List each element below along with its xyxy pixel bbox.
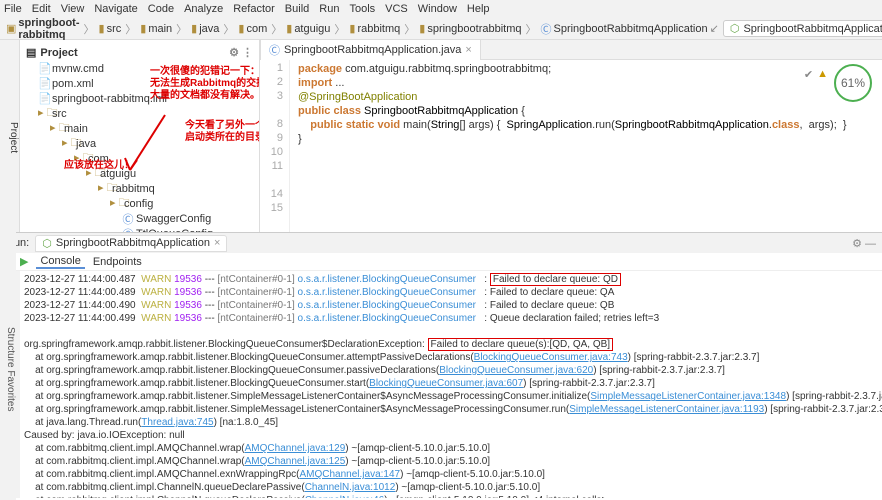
bc-rabbitmq[interactable]: rabbitmq xyxy=(357,23,400,35)
project-header-label: Project xyxy=(40,47,77,59)
editor-tab-label: SpringbootRabbitmqApplication.java xyxy=(284,44,461,56)
editor-tab[interactable]: Ⓒ SpringbootRabbitmqApplication.java × xyxy=(260,39,481,60)
coverage-meter: 61% xyxy=(834,64,872,102)
tree-item[interactable]: ▸ 🗀com xyxy=(20,151,259,166)
bc-java[interactable]: java xyxy=(199,23,219,35)
tree-item[interactable]: ⒸTtlQueueConfig xyxy=(20,226,259,232)
menu-file[interactable]: File xyxy=(4,3,22,15)
console-tab[interactable]: Console xyxy=(36,255,84,269)
endpoints-tab[interactable]: Endpoints xyxy=(93,256,142,268)
tree-tools-icon[interactable]: ⚙ ⋮ xyxy=(229,46,253,59)
editor: Ⓒ SpringbootRabbitmqApplication.java × 1… xyxy=(260,40,882,232)
menu-vcs[interactable]: VCS xyxy=(385,3,408,15)
add-config-icon[interactable]: ↙ xyxy=(710,22,719,35)
bc-sboot[interactable]: springbootrabbitmq xyxy=(427,23,521,35)
tools-col-icon[interactable]: ▶ xyxy=(20,255,28,268)
project-toolwindow-stripe[interactable]: Project xyxy=(0,40,20,232)
menu-view[interactable]: View xyxy=(61,3,85,15)
close-run-tab-icon[interactable]: × xyxy=(214,237,220,249)
tree-item[interactable]: 📄pom.xml xyxy=(20,76,259,91)
tree-item[interactable]: 📄mvnw.cmd xyxy=(20,61,259,76)
bc-main[interactable]: main xyxy=(148,23,172,35)
tree-item[interactable]: ▸ 🗀atguigu xyxy=(20,166,259,181)
bc-com[interactable]: com xyxy=(246,23,267,35)
left-stripe[interactable]: Structure Favorites xyxy=(0,232,16,500)
code-area[interactable]: 1238910111415 package com.atguigu.rabbit… xyxy=(260,60,882,232)
console-output[interactable]: 2023-12-27 11:44:00.487 WARN 19536 --- [… xyxy=(20,271,882,498)
project-icon: ▣ xyxy=(6,22,16,35)
tree-item[interactable]: ▸ 🗀java xyxy=(20,136,259,151)
menu-edit[interactable]: Edit xyxy=(32,3,51,15)
breadcrumb-root[interactable]: springboot-rabbitmq xyxy=(18,17,79,41)
bc-atguigu[interactable]: atguigu xyxy=(294,23,330,35)
bc-class[interactable]: SpringbootRabbitmqApplication xyxy=(554,23,708,35)
menu-help[interactable]: Help xyxy=(467,3,490,15)
bc-src[interactable]: src xyxy=(107,23,122,35)
tree-item[interactable]: ▸ 🗀config xyxy=(20,196,259,211)
run-toolwindow: Run: ⬡ SpringbootRabbitmqApplication × ⚙… xyxy=(0,232,882,498)
menu-code[interactable]: Code xyxy=(148,3,174,15)
inspect-icon[interactable]: ✔ xyxy=(804,68,813,81)
menu-build[interactable]: Build xyxy=(285,3,309,15)
run-tab[interactable]: ⬡ SpringbootRabbitmqApplication × xyxy=(35,235,227,252)
menu-tools[interactable]: Tools xyxy=(349,3,375,15)
project-tab-label: Project xyxy=(8,122,19,153)
menu-navigate[interactable]: Navigate xyxy=(94,3,137,15)
menu-bar: File Edit View Navigate Code Analyze Ref… xyxy=(0,0,882,18)
run-tab-label: SpringbootRabbitmqApplication xyxy=(56,237,210,249)
run-config-label: SpringbootRabbitmqApplication xyxy=(743,23,882,35)
warn-icon[interactable]: ▲ xyxy=(817,68,828,81)
class-icon: Ⓒ xyxy=(269,42,280,58)
close-tab-icon[interactable]: × xyxy=(465,44,471,56)
run-config-dropdown[interactable]: ⬡ SpringbootRabbitmqApplication ▾ xyxy=(723,20,882,37)
tree-item[interactable]: 📄springboot-rabbitmq.iml xyxy=(20,91,259,106)
project-tree[interactable]: ▤ Project ⚙ ⋮ 📄mvnw.cmd📄pom.xml📄springbo… xyxy=(20,40,260,232)
tree-item[interactable]: ⒸSwaggerConfig xyxy=(20,211,259,226)
tree-item[interactable]: ▸ 🗀main xyxy=(20,121,259,136)
menu-window[interactable]: Window xyxy=(418,3,457,15)
menu-run[interactable]: Run xyxy=(319,3,339,15)
spring-icon: ⬡ xyxy=(42,237,52,250)
run-settings-icon[interactable]: ⚙ — xyxy=(852,237,876,250)
tree-item[interactable]: ▸ 🗀rabbitmq xyxy=(20,181,259,196)
menu-refactor[interactable]: Refactor xyxy=(233,3,275,15)
menu-analyze[interactable]: Analyze xyxy=(184,3,223,15)
folder-icon: ▤ xyxy=(26,46,36,59)
breadcrumb-toolbar: ▣ springboot-rabbitmq 〉▮src 〉▮main 〉▮jav… xyxy=(0,18,882,40)
